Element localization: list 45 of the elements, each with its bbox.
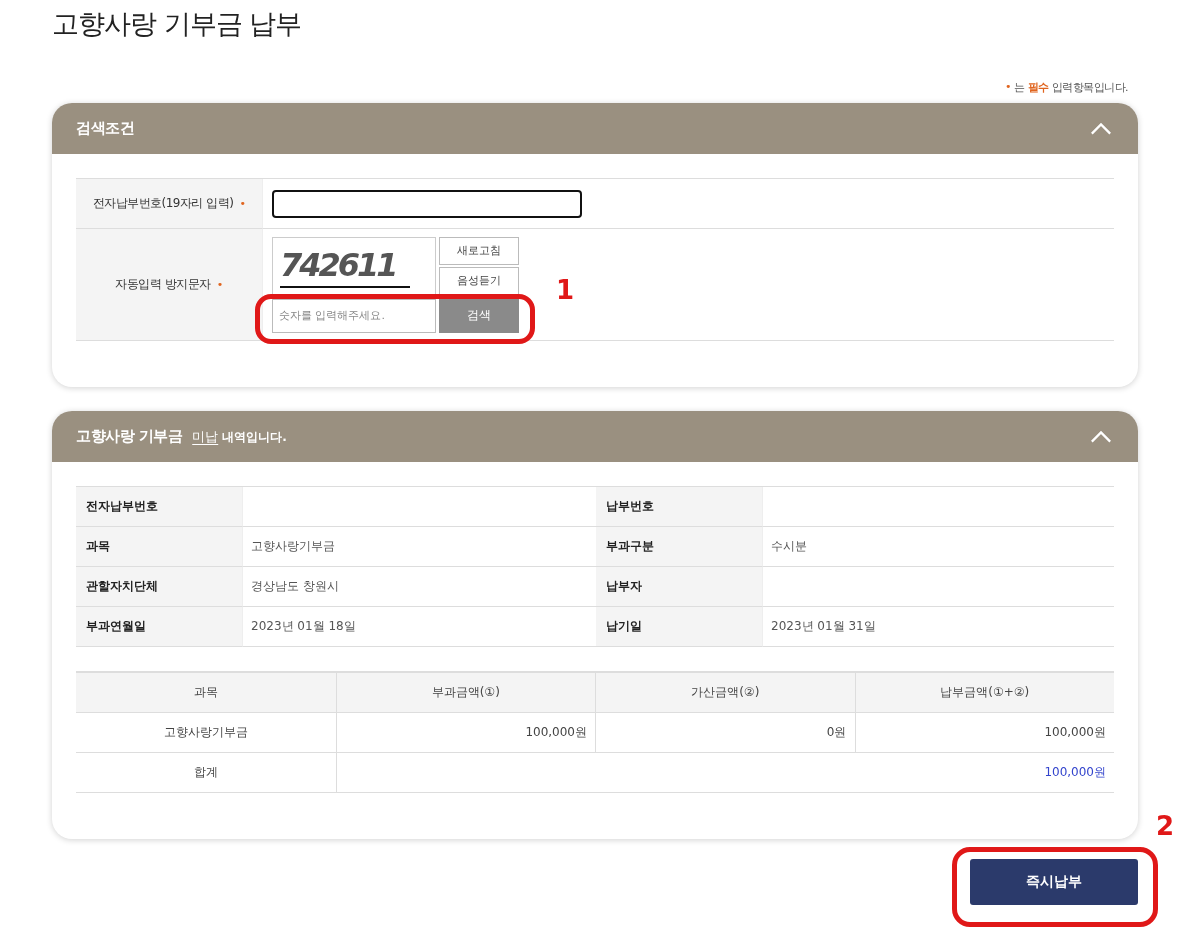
- cell-value: 고향사랑기부금: [251, 538, 335, 555]
- cell-text: 100,000원: [525, 724, 587, 741]
- annotation-number: 2: [1156, 813, 1175, 839]
- page-title: 고향사랑 기부금 납부: [52, 7, 303, 41]
- collapse-icon[interactable]: [1090, 121, 1112, 136]
- required-mark: •: [1005, 80, 1011, 95]
- column-header: 과목: [193, 684, 218, 701]
- cell-text: 고향사랑기부금: [163, 724, 248, 741]
- input-field[interactable]: [272, 189, 582, 218]
- cell-value: 2023년 01월 18일: [251, 618, 356, 635]
- cell-label: 부과구분: [606, 538, 654, 555]
- field-label: 자동입력 방지문자: [115, 276, 211, 293]
- column-header: 부과금액(①): [431, 684, 500, 701]
- total-label: 합계: [193, 764, 218, 781]
- refresh-button[interactable]: 새로고침: [439, 236, 519, 265]
- cell-label: 납부자: [606, 578, 642, 595]
- cell-value: 2023년 01월 31일: [771, 618, 876, 635]
- pay-button[interactable]: 즉시납부: [970, 859, 1138, 905]
- annotation-number: 1: [556, 277, 575, 303]
- listen-button[interactable]: 음성듣기: [439, 266, 519, 295]
- panel-title: 검색조건: [76, 119, 134, 138]
- cell-text: 0원: [826, 724, 847, 741]
- cell-value: 경상남도 창원시: [251, 578, 339, 595]
- note-text: 는: [1014, 80, 1025, 95]
- panel-title: 고향사랑 기부금: [76, 427, 183, 446]
- collapse-icon[interactable]: [1090, 429, 1112, 444]
- column-header: 납부금액(①+②): [940, 684, 1030, 701]
- cell-label: 부과연월일: [86, 618, 146, 635]
- cell-label: 과목: [86, 538, 110, 555]
- cell-label: 납부번호: [606, 498, 654, 515]
- panel-title-suffix: 내역입니다.: [222, 429, 287, 446]
- required-mark: •: [239, 197, 246, 210]
- note-text: 입력항목입니다.: [1051, 80, 1128, 95]
- captcha-input[interactable]: 숫자를 입력해주세요.: [272, 298, 436, 333]
- captcha-text: 742611: [280, 246, 397, 283]
- cell-text: 100,000원: [1044, 724, 1106, 741]
- required-mark: •: [216, 278, 223, 291]
- total-amount: 100,000원: [1044, 764, 1106, 781]
- cell-label: 전자납부번호: [86, 498, 158, 515]
- note-text: 필수: [1027, 80, 1049, 95]
- column-header: 가산금액(②): [691, 684, 760, 701]
- cell-label: 납기일: [606, 618, 642, 635]
- cell-value: 수시분: [771, 538, 807, 555]
- field-label: 전자납부번호(19자리 입력): [92, 195, 234, 212]
- cell-label: 관할자치단체: [86, 578, 158, 595]
